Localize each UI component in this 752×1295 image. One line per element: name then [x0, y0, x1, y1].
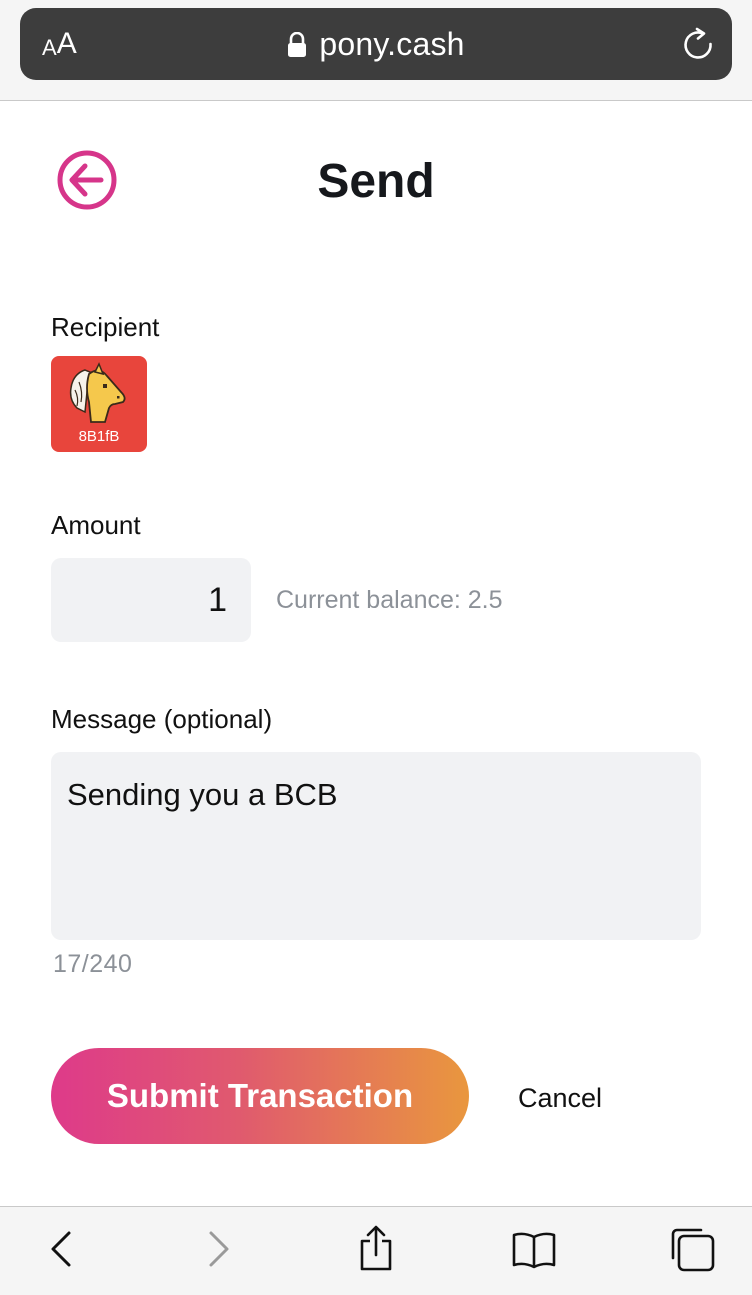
text-size-button[interactable]: A A — [42, 8, 102, 80]
text-size-small-glyph: A — [42, 35, 57, 60]
browser-forward-button[interactable] — [192, 1223, 244, 1275]
text-size-large-glyph: A — [56, 27, 77, 60]
send-page: Send Recipient 8B1fB Amount Current bala… — [0, 102, 752, 1206]
chevron-right-icon — [209, 1231, 229, 1267]
amount-label: Amount — [51, 510, 141, 540]
cancel-button[interactable]: Cancel — [500, 1078, 620, 1118]
tabs-button[interactable] — [666, 1223, 718, 1275]
message-char-counter: 17/240 — [53, 950, 133, 978]
tabs-icon — [671, 1228, 715, 1272]
pony-avatar-icon — [69, 362, 126, 423]
reload-icon[interactable] — [680, 26, 716, 62]
share-icon — [360, 1225, 392, 1271]
submit-transaction-button[interactable]: Submit Transaction — [51, 1048, 469, 1144]
bookmarks-button[interactable] — [508, 1223, 560, 1275]
current-balance-text: Current balance: 2.5 — [276, 586, 503, 614]
share-button[interactable] — [350, 1223, 402, 1275]
browser-bottom-toolbar — [0, 1206, 752, 1295]
address-bar[interactable]: A A pony.cash — [20, 8, 732, 80]
message-input[interactable]: Sending you a BCB — [51, 752, 701, 940]
recipient-avatar[interactable]: 8B1fB — [51, 356, 147, 452]
url-text[interactable]: pony.cash — [319, 26, 464, 63]
browser-top-bar: A A pony.cash — [0, 0, 752, 101]
page-title: Send — [317, 155, 435, 208]
chevron-left-icon — [51, 1231, 71, 1267]
lock-icon — [287, 31, 307, 58]
browser-back-button[interactable] — [36, 1223, 88, 1275]
recipient-label: Recipient — [51, 312, 160, 342]
amount-input[interactable] — [51, 558, 251, 642]
book-icon — [512, 1232, 556, 1269]
message-label: Message (optional) — [51, 704, 273, 734]
recipient-code: 8B1fB — [78, 428, 120, 445]
